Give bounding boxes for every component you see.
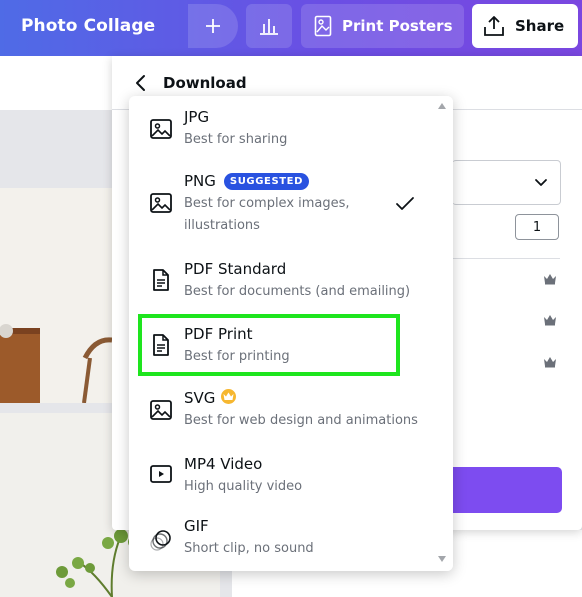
- download-button[interactable]: [448, 467, 562, 513]
- file-type-name: PDF Standard: [184, 260, 287, 278]
- file-type-name: MP4 Video: [184, 455, 263, 473]
- download-title: Download: [163, 74, 247, 92]
- crown-icon: [544, 274, 556, 285]
- collage-photo-room[interactable]: [0, 188, 112, 403]
- file-type-description: Short clip, no sound: [184, 541, 314, 556]
- file-type-option-pdf-standard[interactable]: PDF Standard Best for documents (and ema…: [129, 248, 429, 314]
- file-type-select[interactable]: [452, 160, 561, 205]
- file-type-name: JPG: [184, 108, 210, 126]
- video-icon: [150, 465, 172, 483]
- gif-icon: [150, 530, 171, 551]
- file-type-description: Best for complex images, illustrations: [184, 196, 350, 233]
- pro-crown-icon: [221, 389, 237, 404]
- panel-divider: [452, 258, 560, 259]
- file-type-name: SVG: [184, 389, 237, 407]
- file-type-name: PNG SUGGESTED: [184, 172, 310, 190]
- file-type-option-svg[interactable]: SVG Best for web design and animations: [129, 378, 429, 444]
- crown-icon: [544, 357, 556, 368]
- insights-button[interactable]: [246, 4, 292, 48]
- chevron-down-icon: [535, 179, 547, 186]
- poster-icon: [314, 15, 332, 37]
- top-bar: Photo Collage Print Posters Share: [0, 0, 582, 56]
- add-button[interactable]: [188, 4, 238, 48]
- image-icon: [150, 119, 172, 139]
- image-icon: [150, 193, 172, 213]
- file-type-name-text: SVG: [184, 389, 216, 407]
- file-type-option-gif[interactable]: GIF Short clip, no sound: [129, 508, 429, 571]
- file-type-description: Best for web design and animations: [184, 413, 418, 428]
- suggested-badge: SUGGESTED: [223, 173, 310, 190]
- share-label: Share: [515, 17, 565, 35]
- file-type-description: Best for documents (and emailing): [184, 284, 411, 299]
- print-posters-button[interactable]: Print Posters: [301, 4, 464, 48]
- file-type-description: High quality video: [184, 479, 303, 494]
- back-arrow-icon[interactable]: [132, 73, 150, 93]
- document-icon: [153, 269, 169, 291]
- file-type-option-jpg[interactable]: JPG Best for sharing: [129, 96, 429, 158]
- file-type-description: Best for sharing: [184, 132, 288, 147]
- scroll-down-arrow-icon[interactable]: [438, 556, 446, 562]
- file-type-option-png[interactable]: PNG SUGGESTED Best for complex images, il…: [129, 158, 429, 248]
- upload-icon: [484, 16, 504, 36]
- file-type-name-text: PNG: [184, 172, 216, 190]
- page-count-input[interactable]: 1: [515, 214, 559, 240]
- dropdown-scrollbar[interactable]: [433, 96, 453, 571]
- share-button[interactable]: Share: [472, 4, 578, 48]
- pdf-print-highlight-box: [138, 314, 400, 376]
- crown-icon: [544, 315, 556, 326]
- editor-toolbar-strip: [0, 56, 112, 110]
- file-type-name: GIF: [184, 517, 209, 535]
- design-title[interactable]: Photo Collage: [21, 16, 155, 36]
- image-icon: [150, 400, 172, 420]
- print-posters-label: Print Posters: [342, 17, 453, 35]
- plus-icon: [206, 19, 220, 33]
- bar-chart-icon: [260, 19, 278, 35]
- room-photo-image: [0, 188, 112, 403]
- scroll-up-arrow-icon[interactable]: [438, 103, 446, 109]
- file-type-option-mp4[interactable]: MP4 Video High quality video: [129, 444, 429, 508]
- checkmark-icon: [396, 197, 414, 210]
